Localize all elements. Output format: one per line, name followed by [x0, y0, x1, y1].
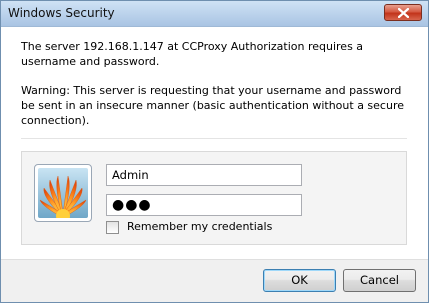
flower-avatar-icon: [38, 168, 88, 218]
password-mask: ●●●: [112, 197, 152, 213]
warning-message: Warning: This server is requesting that …: [21, 84, 404, 127]
user-avatar: [34, 164, 92, 222]
title-bar[interactable]: Windows Security: [1, 1, 428, 27]
button-bar: OK Cancel: [1, 259, 428, 302]
remember-label[interactable]: Remember my credentials: [127, 220, 272, 233]
dialog-title: Windows Security: [8, 6, 115, 20]
password-input[interactable]: ●●●: [106, 194, 302, 216]
windows-security-dialog: Windows Security The server 192.168.1.14…: [0, 0, 429, 303]
remember-checkbox[interactable]: [106, 221, 119, 234]
divider: [21, 138, 407, 139]
close-icon: [398, 8, 409, 18]
close-button[interactable]: [384, 4, 422, 21]
ok-button[interactable]: OK: [263, 269, 336, 292]
username-input[interactable]: Admin: [106, 164, 302, 186]
server-message: The server 192.168.1.147 at CCProxy Auth…: [21, 40, 364, 68]
credential-tile: Admin ●●● Remember my credentials: [21, 151, 407, 245]
username-value: Admin: [112, 168, 149, 182]
cancel-button[interactable]: Cancel: [343, 269, 416, 292]
